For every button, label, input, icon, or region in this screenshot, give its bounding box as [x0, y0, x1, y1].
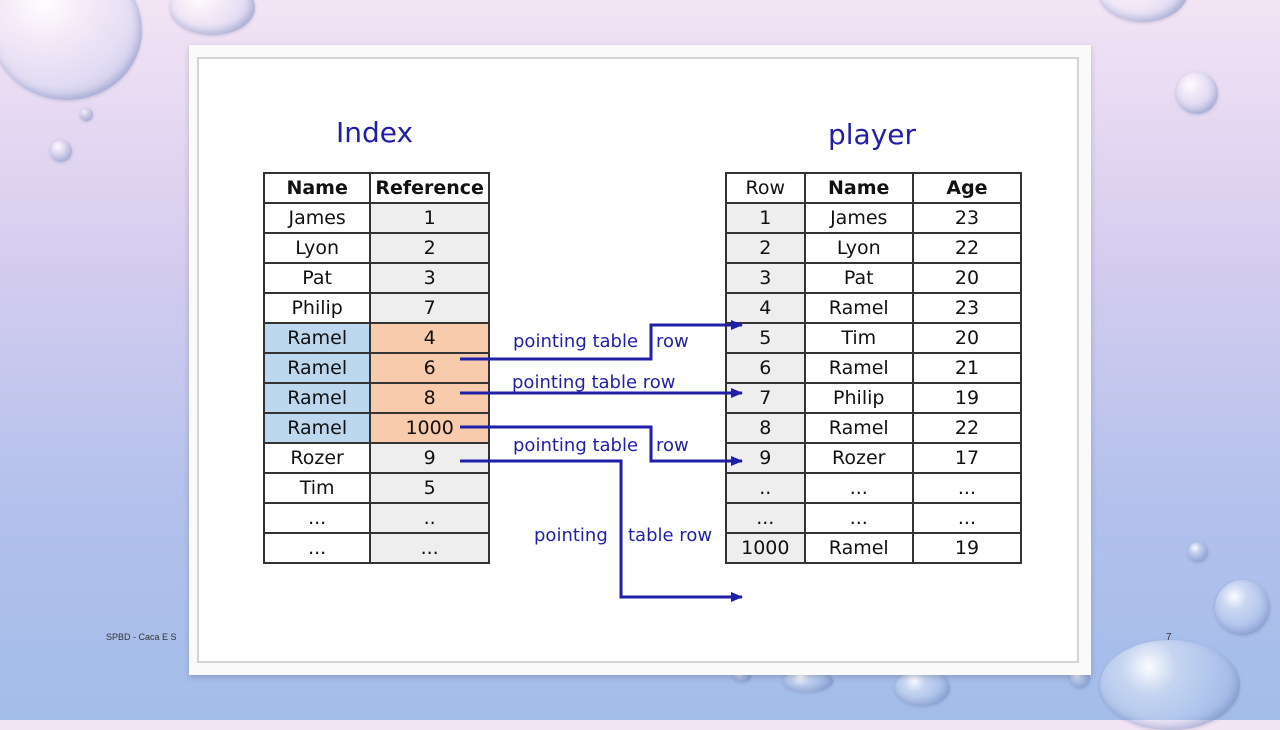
arrow-label: pointing table row [512, 372, 676, 393]
arrow-label: pointing [534, 525, 608, 546]
arrow-label: pointing table [513, 331, 638, 352]
arrow-label: table row [628, 525, 712, 546]
arrow-label: row [656, 435, 689, 456]
pointer-arrows: pointing table row pointing table row point… [460, 320, 743, 602]
arrow-label: row [656, 331, 689, 352]
arrow-label: pointing table [513, 435, 638, 456]
